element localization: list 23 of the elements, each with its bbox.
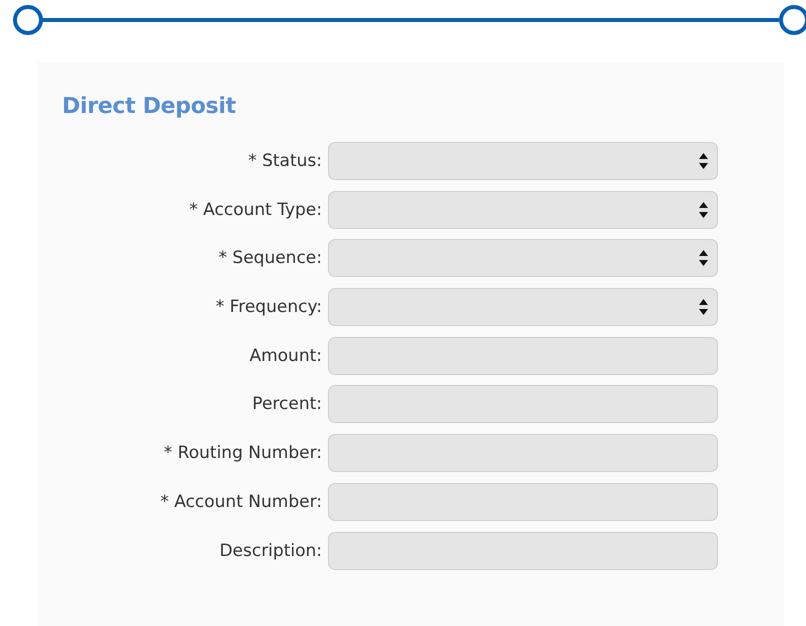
select-field[interactable] <box>328 190 718 229</box>
input-field[interactable] <box>328 434 718 472</box>
input-field[interactable] <box>328 532 718 570</box>
field-label: * Account Number: <box>159 492 323 512</box>
field-label: * Frequency: <box>214 297 323 318</box>
input-field[interactable] <box>328 482 718 521</box>
field-label: * Account Type: <box>188 200 323 220</box>
field-label: * Sequence: <box>218 248 323 268</box>
input-field[interactable] <box>328 385 718 424</box>
input-field[interactable] <box>328 336 718 375</box>
up-down-arrows-icon <box>699 299 708 316</box>
select-field[interactable] <box>328 288 718 326</box>
up-down-arrows-icon <box>699 202 708 218</box>
field-label: * Status: <box>247 151 323 171</box>
field-label: * Routing Number: <box>162 443 323 464</box>
select-field[interactable] <box>328 142 718 180</box>
field-label: Amount: <box>248 346 323 366</box>
up-down-arrows-icon <box>699 153 708 169</box>
field-label: Description: <box>218 540 323 560</box>
select-field[interactable] <box>328 239 718 278</box>
up-down-arrows-icon <box>699 250 708 266</box>
section-title: Direct Deposit <box>62 94 237 119</box>
field-label: Percent: <box>251 394 323 414</box>
